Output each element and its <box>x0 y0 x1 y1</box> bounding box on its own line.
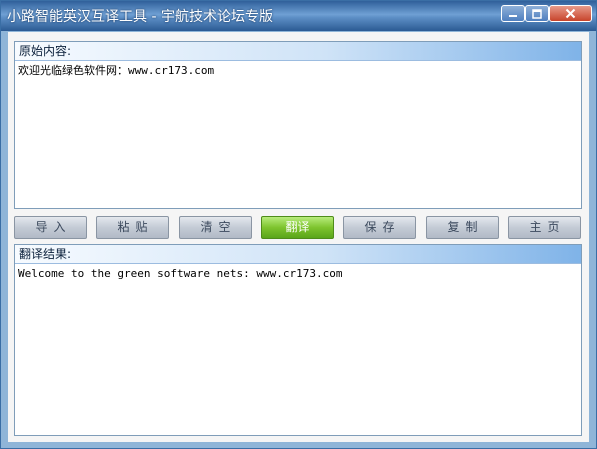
clear-button[interactable]: 清空 <box>179 216 252 239</box>
result-panel-header: 翻译结果: <box>15 245 581 264</box>
window-title: 小路智能英汉互译工具 - 宇航技术论坛专版 <box>7 9 273 25</box>
import-button[interactable]: 导入 <box>14 216 87 239</box>
result-text-area[interactable]: Welcome to the green software nets: www.… <box>15 264 581 284</box>
minimize-icon <box>509 14 517 17</box>
close-icon <box>565 8 576 19</box>
maximize-button[interactable] <box>525 5 549 22</box>
client-area: 原始内容: 欢迎光临绿色软件网：www.cr173.com 导入 粘贴 清空 翻… <box>8 32 589 442</box>
maximize-icon <box>532 8 542 19</box>
title-bar[interactable]: 小路智能英汉互译工具 - 宇航技术论坛专版 <box>1 1 596 31</box>
source-panel-header: 原始内容: <box>15 42 581 61</box>
translate-button[interactable]: 翻译 <box>261 216 334 239</box>
source-text-area[interactable]: 欢迎光临绿色软件网：www.cr173.com <box>15 61 581 81</box>
paste-button[interactable]: 粘贴 <box>96 216 169 239</box>
app-window: 小路智能英汉互译工具 - 宇航技术论坛专版 原始内容: 欢迎光临绿色软件网：ww… <box>0 0 597 449</box>
source-panel: 原始内容: 欢迎光临绿色软件网：www.cr173.com <box>14 41 582 209</box>
home-button[interactable]: 主页 <box>508 216 581 239</box>
result-panel: 翻译结果: Welcome to the green software nets… <box>14 244 582 436</box>
save-button[interactable]: 保存 <box>343 216 416 239</box>
minimize-button[interactable] <box>501 5 525 22</box>
close-button[interactable] <box>549 5 592 22</box>
copy-button[interactable]: 复制 <box>426 216 499 239</box>
